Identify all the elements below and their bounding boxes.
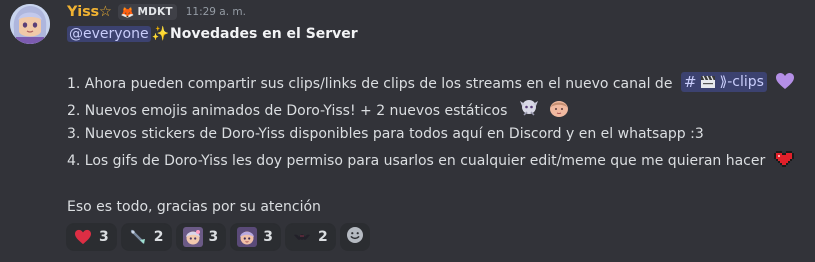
guild-tag[interactable]: 🦊 MDKT xyxy=(117,4,177,20)
channel-name: ⟫-clips xyxy=(719,74,764,90)
timestamp: 11:29 a. m. xyxy=(185,6,246,18)
doro-dance-icon xyxy=(518,98,540,124)
author-name[interactable]: Yiss☆ xyxy=(67,4,112,20)
chat-message: Yiss☆ 🦊 MDKT 11:29 a. m. @everyone ✨Noved… xyxy=(0,0,815,262)
list-item-3-text: 3. Nuevos stickers de Doro-Yiss disponib… xyxy=(67,126,704,142)
reaction-heart[interactable]: 3 xyxy=(66,223,117,251)
list-item-1: 1. Ahora pueden compartir sus clips/link… xyxy=(67,72,795,96)
add-reaction-button[interactable] xyxy=(339,223,370,251)
reaction-wand[interactable]: 2 xyxy=(120,223,172,251)
list-item-3: 3. Nuevos stickers de Doro-Yiss disponib… xyxy=(67,124,704,144)
message-title-line: @everyone ✨Novedades en el Server xyxy=(67,24,358,44)
reaction-bat[interactable]: 2 xyxy=(285,223,336,251)
everyone-mention[interactable]: @everyone xyxy=(67,26,151,42)
avatar[interactable] xyxy=(10,4,50,44)
hash-icon: # xyxy=(683,73,697,91)
list-item-1-text: 1. Ahora pueden compartir sus clips/link… xyxy=(67,76,673,92)
reactions-bar: 3 2 3 3 2 xyxy=(66,223,370,251)
doro-face-icon xyxy=(548,98,570,124)
clapperboard-icon xyxy=(700,75,716,89)
reaction-doro-face[interactable]: 3 xyxy=(175,223,227,251)
reaction-count: 2 xyxy=(153,229,164,245)
fairy-wand-icon xyxy=(128,227,148,247)
message-title: Novedades en el Server xyxy=(170,26,358,42)
reaction-count: 3 xyxy=(99,229,109,245)
fox-icon: 🦊 xyxy=(120,5,135,19)
smiley-face-icon xyxy=(346,226,364,248)
red-heart-icon xyxy=(73,227,93,247)
doro-face-icon xyxy=(182,227,203,247)
list-item-2-text: 2. Nuevos emojis animados de Doro-Yiss! … xyxy=(67,103,508,119)
bat-icon xyxy=(292,227,312,247)
doro-sticker-icon xyxy=(237,227,258,247)
guild-tag-text: MDKT xyxy=(137,6,173,18)
pixel-heart-icon xyxy=(773,149,794,173)
reaction-count: 3 xyxy=(263,229,273,245)
reaction-count: 2 xyxy=(318,229,328,245)
purple-heart-icon xyxy=(775,72,795,96)
list-item-4: 4. Los gifs de Doro-Yiss les doy permiso… xyxy=(67,149,794,173)
message-header: Yiss☆ 🦊 MDKT 11:29 a. m. xyxy=(67,2,246,22)
list-item-4-text: 4. Los gifs de Doro-Yiss les doy permiso… xyxy=(67,153,766,169)
list-item-2: 2. Nuevos emojis animados de Doro-Yiss! … xyxy=(67,98,570,124)
sparkles-icon: ✨ xyxy=(151,26,170,42)
reaction-doro-sticker[interactable]: 3 xyxy=(230,223,281,251)
closing-line: Eso es todo, gracias por su atención xyxy=(67,199,321,215)
reaction-count: 3 xyxy=(208,229,219,245)
channel-link-clips[interactable]: # ⟫-clips xyxy=(680,72,767,92)
